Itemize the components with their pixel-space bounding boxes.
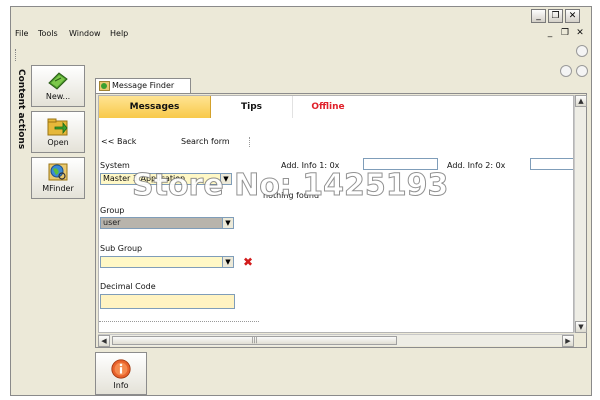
horizontal-scrollbar[interactable]: ◀ ||| ▶ [98, 334, 574, 347]
content-actions-label: Content actions [13, 69, 27, 159]
open-button[interactable]: Open [31, 111, 85, 153]
globe-search-icon [48, 163, 68, 181]
group-select[interactable]: user ▼ [100, 217, 234, 229]
toolbar-grip[interactable] [15, 49, 17, 61]
minimize-button[interactable]: _ [531, 9, 546, 23]
panel-toggle-button[interactable] [560, 65, 572, 77]
mfinder-button[interactable]: MFinder [31, 157, 85, 199]
info-icon [111, 359, 131, 379]
subtab-bar: Messages Tips Offline [99, 96, 573, 118]
group-select-value: user [103, 218, 121, 227]
vertical-scrollbar[interactable]: ▲ ▼ [574, 95, 587, 333]
clear-sub-group-icon[interactable]: ✖ [243, 256, 253, 268]
chevron-down-icon: ▼ [222, 218, 233, 228]
back-link[interactable]: << Back [101, 137, 136, 146]
info-button[interactable]: Info [95, 352, 147, 395]
mdi-close-button[interactable]: ✕ [574, 27, 586, 39]
tab-message-finder-label: Message Finder [112, 81, 175, 90]
menu-file[interactable]: File [15, 29, 28, 38]
system-label: System [100, 161, 130, 170]
mdi-minimize-button[interactable]: _ [544, 27, 556, 39]
horizontal-scroll-thumb[interactable]: ||| [112, 336, 397, 345]
info-button-label: Info [113, 381, 129, 390]
scroll-right-button[interactable]: ▶ [562, 335, 574, 347]
mdi-restore-button[interactable]: ❐ [559, 27, 571, 39]
new-button[interactable]: New... [31, 65, 85, 107]
message-finder-icon [99, 81, 110, 91]
scroll-up-button[interactable]: ▲ [575, 95, 587, 107]
decimal-code-label: Decimal Code [100, 282, 156, 291]
add-info-2-label: Add. Info 2: 0x [447, 161, 506, 170]
form-divider [99, 321, 259, 322]
new-button-label: New... [45, 92, 71, 101]
close-button[interactable]: ✕ [565, 9, 580, 23]
new-document-icon [48, 72, 68, 90]
subtab-messages[interactable]: Messages [99, 96, 211, 118]
message-finder-content: Messages Tips Offline << Back Search for… [98, 95, 574, 333]
decimal-code-input[interactable] [100, 294, 235, 309]
chevron-down-icon: ▼ [222, 257, 233, 267]
maximize-button[interactable]: ❐ [548, 9, 563, 23]
scroll-left-button[interactable]: ◀ [98, 335, 110, 347]
sub-group-select[interactable]: ▼ [100, 256, 234, 268]
tab-message-finder[interactable]: Message Finder [95, 78, 191, 93]
content-actions-title: Content actions [16, 69, 26, 150]
group-label: Group [100, 206, 125, 215]
menu-window[interactable]: Window [69, 29, 101, 38]
open-button-label: Open [47, 138, 69, 147]
mfinder-button-label: MFinder [42, 184, 74, 193]
title-bar: _ ❐ ✕ [11, 7, 591, 25]
subtab-tips[interactable]: Tips [211, 96, 293, 118]
subtab-offline[interactable]: Offline [293, 96, 363, 118]
toolbar-toggle-button[interactable] [576, 45, 588, 57]
panel-close-button[interactable] [576, 65, 588, 77]
scroll-down-button[interactable]: ▼ [575, 321, 587, 333]
search-form-link[interactable]: Search form [181, 137, 230, 146]
menu-bar: File Tools Window Help _ ❐ ✕ [11, 27, 591, 41]
sub-group-label: Sub Group [100, 244, 143, 253]
nav-separator [249, 137, 250, 147]
message-finder-panel: Messages Tips Offline << Back Search for… [95, 93, 587, 348]
menu-tools[interactable]: Tools [38, 29, 58, 38]
menu-help[interactable]: Help [110, 29, 128, 38]
add-info-2-input[interactable] [530, 158, 573, 170]
open-folder-icon [47, 118, 68, 136]
store-watermark: Store No: 1425193 [131, 168, 449, 204]
